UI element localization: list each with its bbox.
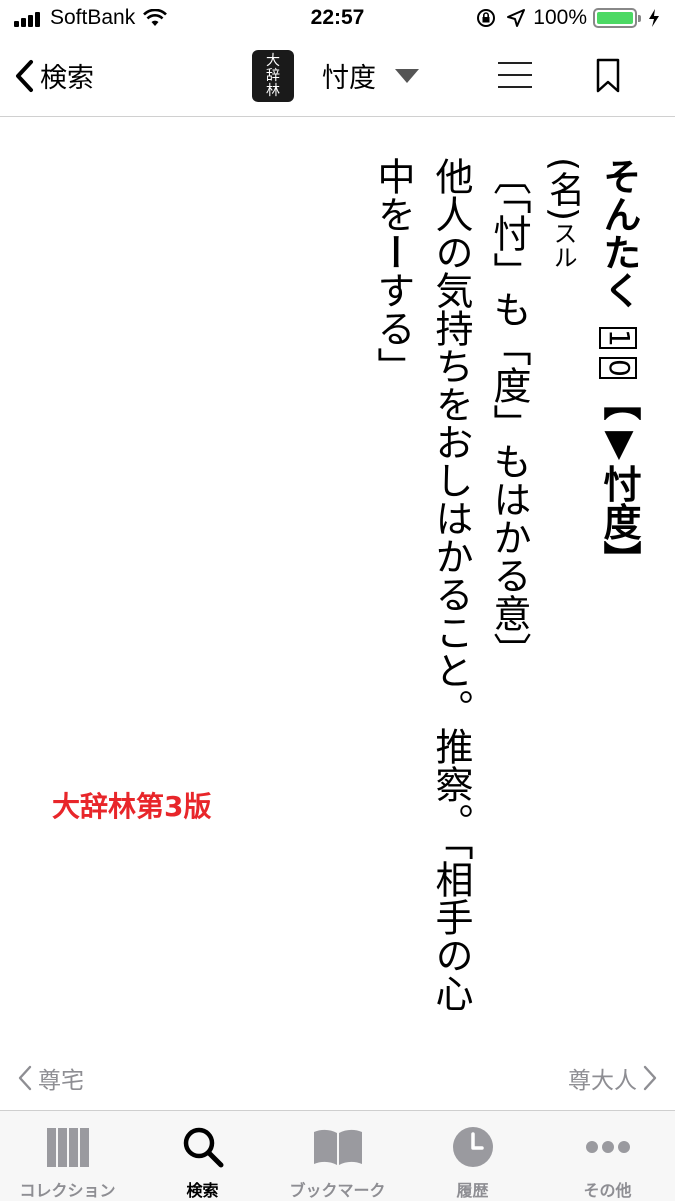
charging-bolt-icon (649, 9, 659, 27)
entry-reading: そんたく (597, 157, 641, 309)
open-book-icon (313, 1129, 362, 1165)
example-text-a: 中を (371, 157, 415, 233)
suru-verb-tag: スル (549, 221, 577, 270)
hamburger-icon (498, 62, 532, 88)
bookmark-button[interactable] (596, 58, 620, 98)
battery-fill (597, 12, 633, 24)
etymology-text: 〔「忖」も「度」もはかる意〕 (487, 157, 531, 670)
tab-bar: コレクション 検索 ブックマーク 履歴 その他 (0, 1110, 675, 1201)
books-icon (46, 1128, 89, 1167)
entry-definition-column: 他人の気持ちをおしはかること。推察。「相手の心 (428, 157, 474, 1012)
accent-number-box: 0 (599, 356, 637, 379)
dictionary-logo-icon: 大 辞 林 (252, 50, 294, 102)
tab-label: 検索 (186, 1181, 219, 1200)
battery-percent: 100% (533, 6, 587, 29)
tab-collection[interactable]: コレクション (0, 1111, 135, 1201)
chevron-right-icon (643, 1065, 657, 1091)
tab-label: その他 (583, 1181, 632, 1200)
previous-entry-button[interactable]: 尊宅 (18, 1061, 84, 1095)
menu-button[interactable] (498, 62, 532, 98)
tab-label: ブックマーク (289, 1181, 386, 1200)
tab-more[interactable]: その他 (540, 1111, 675, 1201)
chevron-left-icon (18, 1065, 32, 1091)
status-bar: SoftBank 22:57 100% (0, 0, 675, 40)
entry-etymology-column: 〔「忖」も「度」もはかる意〕 (486, 157, 532, 670)
previous-entry-label: 尊宅 (38, 1068, 84, 1094)
battery-icon (593, 8, 641, 28)
tab-bookmark[interactable]: ブックマーク (270, 1111, 405, 1201)
more-dots-icon (585, 1141, 630, 1153)
tab-label: 履歴 (456, 1181, 489, 1200)
entry-headword: 【▼忖度】 (597, 382, 641, 579)
dictionary-entry: そんたく 1 0 【▼忖度】 (名)スル 〔「忖」も「度」もはかる意〕 他人の気持ちを… (0, 117, 675, 1057)
entry-heading-column: そんたく 1 0 【▼忖度】 (596, 157, 642, 579)
orientation-lock-icon (477, 9, 496, 27)
tab-history[interactable]: 履歴 (405, 1111, 540, 1201)
dictionary-logo-char: 大 (266, 52, 280, 69)
accent-number-box: 1 (599, 327, 637, 349)
tab-search[interactable]: 検索 (135, 1111, 270, 1201)
bookmark-icon (596, 58, 620, 93)
tab-label: コレクション (19, 1181, 116, 1200)
nav-title-text: 忖度 (322, 63, 376, 94)
entry-example-column: 中をーする」 (370, 157, 416, 385)
back-button-label: 検索 (40, 63, 94, 94)
definition-text: 他人の気持ちをおしはかること。推察。「相手の心 (429, 157, 473, 1012)
example-headword-dash: ー (371, 233, 415, 271)
next-entry-button[interactable]: 尊大人 (568, 1061, 657, 1095)
entry-pos-column: (名)スル (541, 157, 585, 269)
entry-pager: 尊宅 尊大人 (0, 1055, 675, 1099)
next-entry-label: 尊大人 (568, 1068, 637, 1094)
example-text-b: する」 (371, 271, 415, 385)
dictionary-logo-char: 辞 (266, 67, 280, 84)
clock-icon (452, 1127, 493, 1167)
navigation-bar: 検索 大 辞 林 忖度 (0, 40, 675, 117)
back-button[interactable]: 検索 (14, 56, 94, 95)
dictionary-logo-char: 林 (266, 82, 280, 99)
dictionary-title-dropdown[interactable]: 忖度 (322, 56, 420, 95)
chevron-left-icon (16, 59, 33, 92)
status-right: 100% (475, 6, 661, 30)
search-icon (183, 1127, 223, 1168)
caret-down-icon (395, 68, 419, 83)
location-arrow-icon (507, 9, 526, 27)
edition-label: 大辞林第3版 (52, 790, 212, 823)
part-of-speech: (名) (543, 157, 584, 222)
